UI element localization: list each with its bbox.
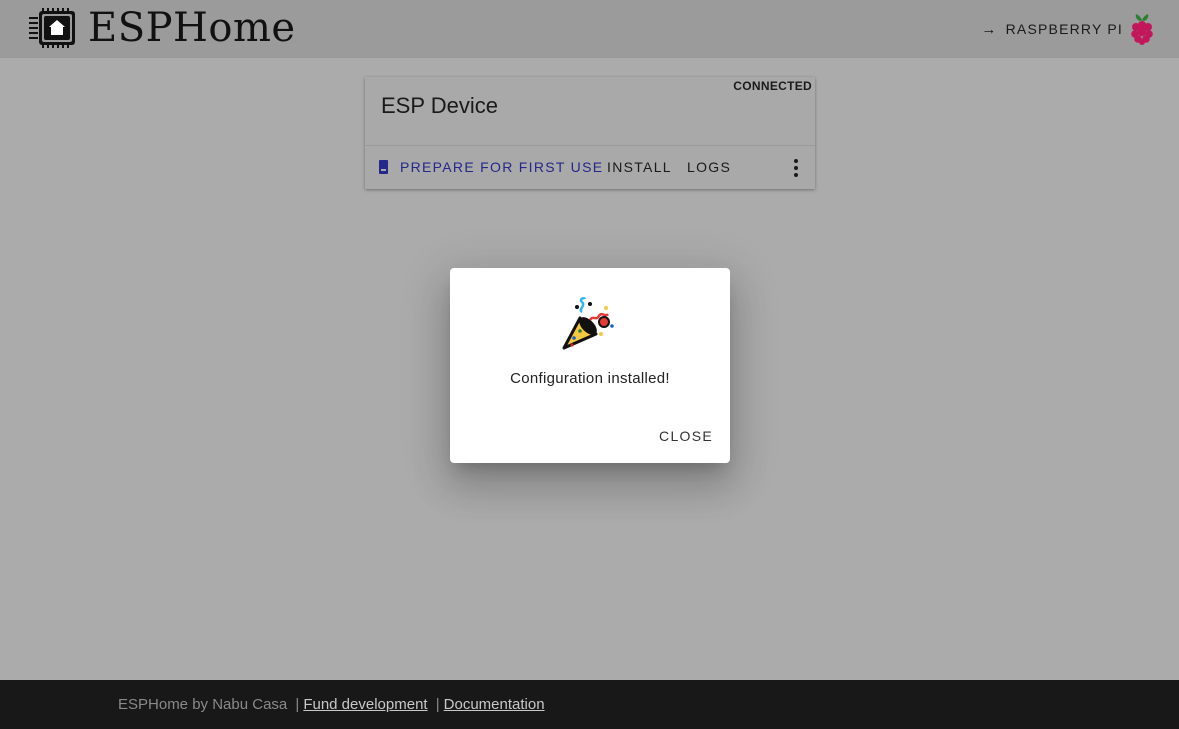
prepare-for-first-use-button[interactable]: PREPARE FOR FIRST USE	[379, 159, 603, 175]
app-title: ESPHome	[88, 5, 296, 51]
footer-credit: ESPHome by Nabu Casa	[118, 696, 288, 713]
device-install-icon	[379, 160, 388, 174]
status-badge: CONNECTED	[733, 79, 812, 93]
party-popper-icon	[560, 296, 620, 356]
fund-development-link[interactable]: Fund development	[303, 696, 427, 713]
close-button[interactable]: CLOSE	[659, 428, 713, 444]
arrow-right-icon: →	[981, 20, 998, 38]
esphome-chip-icon	[28, 8, 78, 48]
install-button[interactable]: INSTALL	[607, 159, 672, 175]
device-title: ESP Device	[381, 93, 498, 118]
raspberry-pi-label: RASPBERRY PI	[1005, 21, 1123, 37]
footer-separator: |	[435, 696, 440, 713]
raspberry-pi-link[interactable]: → RASPBERRY PI	[981, 12, 1157, 46]
footer-separator: |	[295, 696, 300, 713]
raspberry-pi-icon	[1127, 12, 1157, 46]
card-actions: PREPARE FOR FIRST USE INSTALL LOGS	[365, 146, 815, 189]
more-vertical-icon[interactable]	[793, 159, 799, 177]
install-success-dialog: Configuration installed! CLOSE	[450, 268, 730, 463]
app-logo[interactable]: ESPHome	[28, 6, 296, 50]
footer: ESPHome by Nabu Casa | Fund development |…	[0, 680, 1179, 729]
documentation-link[interactable]: Documentation	[444, 696, 545, 713]
device-card: CONNECTED ESP Device PREPARE FOR FIRST U…	[365, 77, 815, 189]
logs-button[interactable]: LOGS	[687, 159, 731, 175]
prepare-label: PREPARE FOR FIRST USE	[400, 159, 604, 175]
app-header: ESPHome → RASPBERRY PI	[0, 0, 1179, 58]
dialog-message: Configuration installed!	[510, 370, 670, 387]
